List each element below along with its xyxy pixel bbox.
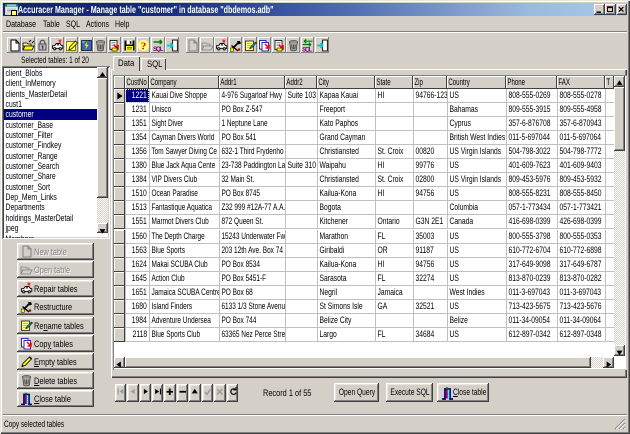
svg-text:SQL: SQL	[302, 46, 313, 52]
svg-text:SQL: SQL	[153, 46, 164, 52]
svg-text:?: ?	[141, 40, 147, 52]
